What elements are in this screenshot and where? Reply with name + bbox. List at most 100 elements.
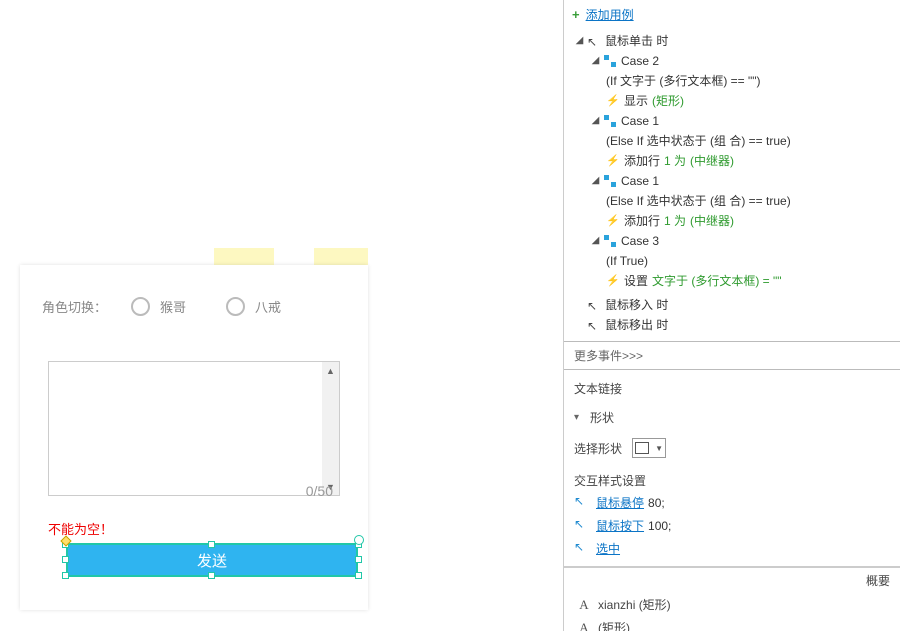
add-case-row[interactable]: + 添加用例 [564, 0, 900, 29]
role-switch-label: 角色切换： [42, 297, 107, 316]
event-label: 鼠标单击 时 [605, 31, 668, 51]
resize-handle[interactable] [208, 572, 215, 579]
role-option-pigsy[interactable]: 八戒 [226, 297, 281, 316]
resize-handle[interactable] [62, 556, 69, 563]
flowchart-icon [603, 54, 617, 68]
role-switch-row: 角色切换： 猴哥 八戒 [42, 297, 321, 316]
case-condition: (Else If 选中状态于 (组 合) == true) [574, 191, 900, 211]
bolt-icon: ⚡ [606, 94, 620, 108]
style-selected-link[interactable]: 选中 [596, 540, 620, 557]
case-name: Case 1 [621, 171, 659, 191]
flowchart-icon [603, 114, 617, 128]
add-case-link[interactable]: 添加用例 [586, 6, 634, 23]
outline-header[interactable]: 概要 [564, 567, 900, 593]
rectangle-icon [635, 442, 649, 454]
outline-label: (矩形) [598, 619, 630, 631]
expand-icon[interactable]: ◢ [590, 231, 601, 251]
style-pressed-row[interactable]: 鼠标按下 100; [564, 514, 900, 537]
case-node[interactable]: ◢ Case 1 [574, 111, 900, 131]
cursor-icon [574, 542, 588, 556]
section-label: 形状 [590, 409, 614, 426]
style-selected-row[interactable]: 选中 [564, 537, 900, 560]
style-value: 100; [648, 519, 671, 533]
style-pressed-link[interactable]: 鼠标按下 [596, 517, 644, 534]
caret-down-icon: ▼ [655, 444, 663, 453]
expand-icon[interactable]: ◢ [590, 51, 601, 71]
event-mouseenter[interactable]: 鼠标移入 时 [574, 295, 900, 315]
char-counter: 0/50 [306, 483, 333, 499]
rotate-handle[interactable] [354, 535, 364, 545]
style-hover-link[interactable]: 鼠标悬停 [596, 494, 644, 511]
action-prefix: 设置 [624, 271, 648, 291]
case-node[interactable]: ◢ Case 3 [574, 231, 900, 251]
shape-picker-label: 选择形状 [574, 440, 622, 457]
cursor-icon [574, 519, 588, 533]
shape-picker[interactable]: ▼ [632, 438, 666, 458]
outline-label: xianzhi (矩形) [598, 596, 671, 613]
shape-picker-row: 选择形状 ▼ [564, 434, 900, 462]
cursor-icon [587, 318, 601, 332]
resize-handle[interactable] [355, 572, 362, 579]
expand-icon[interactable]: ◢ [590, 171, 601, 191]
chat-widget-frame: 角色切换： 猴哥 八戒 ▲ ▼ 0/50 不能为空！ 发送 [20, 265, 368, 610]
style-hover-row[interactable]: 鼠标悬停 80; [564, 491, 900, 514]
scroll-up-icon[interactable]: ▲ [323, 362, 338, 379]
chevron-down-icon: ▾ [574, 412, 584, 423]
resize-handle[interactable] [208, 541, 215, 548]
action-target: (中继器) [690, 151, 734, 171]
radio-label: 猴哥 [160, 297, 186, 316]
more-events-dropdown[interactable]: 更多事件>>> [564, 341, 900, 370]
send-button-selection[interactable]: 发送 [62, 541, 362, 579]
validation-error: 不能为空！ [48, 519, 113, 538]
scrollbar[interactable]: ▲ ▼ [322, 362, 339, 495]
plus-icon: + [572, 7, 580, 22]
radio-label: 八戒 [255, 297, 281, 316]
interactions-tree: ◢ 鼠标单击 时 ◢ Case 2 (If 文字于 (多行文本框) == "")… [564, 29, 900, 341]
case-node[interactable]: ◢ Case 2 [574, 51, 900, 71]
case-name: Case 1 [621, 111, 659, 131]
bolt-icon: ⚡ [606, 274, 620, 288]
action-prefix: 添加行 [624, 211, 660, 231]
message-textarea[interactable]: ▲ ▼ [48, 361, 340, 496]
bolt-icon: ⚡ [606, 154, 620, 168]
case-condition: (If True) [574, 251, 900, 271]
text-link-section: 文本链接 [564, 370, 900, 401]
case-node[interactable]: ◢ Case 1 [574, 171, 900, 191]
radio-icon [131, 297, 150, 316]
resize-handle[interactable] [62, 572, 69, 579]
expand-icon[interactable]: ◢ [574, 31, 585, 51]
action-target: 文字于 (多行文本框) = "" [652, 271, 782, 291]
action-prefix: 显示 [624, 91, 648, 111]
outline-item[interactable]: A xianzhi (矩形) [564, 593, 900, 616]
action-value: 1 为 [664, 211, 686, 231]
case-name: Case 2 [621, 51, 659, 71]
design-canvas[interactable]: 角色切换： 猴哥 八戒 ▲ ▼ 0/50 不能为空！ 发送 [0, 0, 563, 631]
flowchart-icon [603, 234, 617, 248]
text-shape-icon: A [576, 620, 592, 631]
shape-section-header[interactable]: ▾ 形状 [564, 401, 900, 434]
event-mouseleave[interactable]: 鼠标移出 时 [574, 315, 900, 335]
text-shape-icon: A [576, 597, 592, 613]
resize-handle[interactable] [355, 556, 362, 563]
cursor-icon [587, 34, 601, 48]
style-value: 80; [648, 496, 665, 510]
outline-item[interactable]: A (矩形) [564, 616, 900, 631]
case-condition: (Else If 选中状态于 (组 合) == true) [574, 131, 900, 151]
cursor-icon [574, 496, 588, 510]
case-action[interactable]: ⚡ 添加行 1 为 (中继器) [574, 151, 900, 171]
case-action[interactable]: ⚡ 设置 文字于 (多行文本框) = "" [574, 271, 900, 291]
case-action[interactable]: ⚡ 添加行 1 为 (中继器) [574, 211, 900, 231]
case-action[interactable]: ⚡ 显示 (矩形) [574, 91, 900, 111]
cursor-icon [587, 298, 601, 312]
action-target: (中继器) [690, 211, 734, 231]
expand-icon[interactable]: ◢ [590, 111, 601, 131]
interaction-styles-title: 交互样式设置 [564, 462, 900, 491]
action-target: (矩形) [652, 91, 684, 111]
event-onclick[interactable]: ◢ 鼠标单击 时 [574, 31, 900, 51]
event-label: 鼠标移入 时 [605, 295, 668, 315]
radio-icon [226, 297, 245, 316]
action-prefix: 添加行 [624, 151, 660, 171]
event-label: 鼠标移出 时 [605, 315, 668, 335]
role-option-monkey[interactable]: 猴哥 [131, 297, 186, 316]
send-button-label: 发送 [197, 550, 227, 571]
